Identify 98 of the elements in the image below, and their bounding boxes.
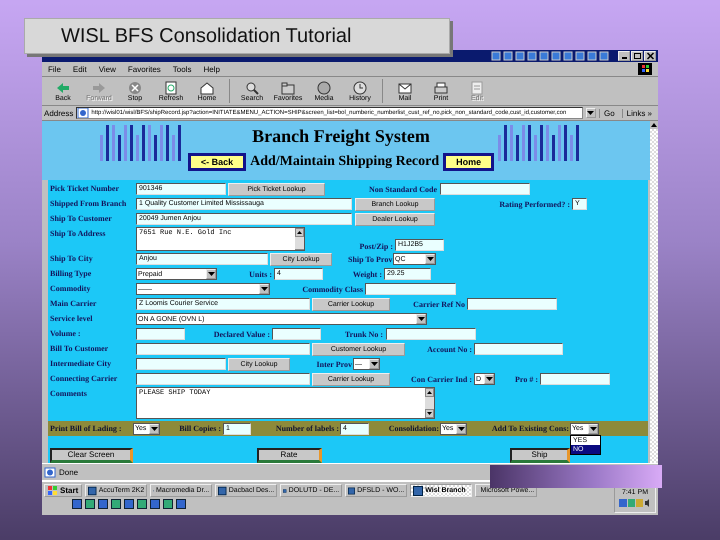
field-label: Pick Ticket Number — [49, 183, 120, 195]
text-field[interactable] — [386, 328, 476, 340]
text-field[interactable] — [467, 298, 557, 310]
caret-icon — [260, 287, 268, 291]
field-label: Pro # : — [514, 374, 538, 384]
field-label: Comments — [49, 388, 88, 400]
field-label: Con Carrier Ind : — [410, 374, 472, 384]
caret-icon — [370, 362, 378, 366]
scrollbar-drawing — [425, 388, 434, 418]
minimize-button[interactable] — [618, 51, 630, 61]
text-field[interactable] — [136, 343, 310, 355]
field-label: Trunk No : — [344, 330, 383, 338]
field-label: Carrier Ref No — [412, 300, 465, 308]
field-label: Number of labels : — [274, 424, 339, 433]
windows-logo-icon — [48, 486, 58, 496]
menu-item[interactable]: Tools — [172, 64, 192, 74]
back-button[interactable]: <- Back — [188, 153, 246, 171]
page-title: Branch Freight System — [252, 126, 430, 147]
stop-icon — [127, 80, 143, 94]
field-label: Main Carrier — [49, 298, 98, 310]
text-field[interactable] — [272, 328, 321, 340]
field-label: Ship To Customer — [49, 213, 113, 225]
page-icon — [77, 108, 90, 118]
form-button[interactable]: Clear Screen — [50, 448, 133, 463]
caret-icon — [486, 377, 492, 381]
field-label: Connecting Carrier — [49, 373, 118, 385]
menu-item[interactable]: View — [98, 64, 116, 74]
caret-icon — [458, 426, 464, 430]
field-label: Commodity Class — [301, 284, 363, 294]
caret-icon — [418, 317, 424, 321]
field-label: Post/Zip : — [358, 242, 393, 251]
field-label: Declared Value : — [212, 330, 270, 338]
links-button[interactable]: Links » — [622, 108, 656, 118]
scrollbar[interactable] — [650, 121, 658, 463]
field-label: Weight : — [352, 270, 382, 278]
field-label: Ship To Prov — [348, 254, 390, 264]
field-label: Ship To Address — [49, 228, 106, 240]
maximize-button[interactable] — [631, 51, 643, 61]
clock-icon — [352, 80, 368, 94]
page-icon — [469, 80, 485, 94]
text-field[interactable] — [136, 328, 185, 340]
field-label: Inter Prov — [316, 360, 352, 368]
arrow-right-icon — [91, 80, 107, 94]
caret-icon — [587, 111, 594, 115]
caret-icon — [208, 272, 214, 276]
field-label: Add To Existing Cons: — [490, 424, 569, 433]
caret-icon — [150, 426, 158, 430]
address-label: Address — [44, 108, 74, 118]
text-field[interactable] — [540, 373, 610, 385]
field-label: Ship To City — [49, 253, 94, 265]
field-label: Print Bill of Lading : — [50, 424, 123, 433]
field-label: Consolidation: — [388, 424, 439, 433]
envelope-icon — [397, 80, 413, 94]
field-label: Service level — [49, 313, 94, 325]
field-label: Billing Type — [49, 268, 92, 280]
close-button[interactable] — [644, 51, 656, 61]
caret-icon — [426, 257, 434, 261]
windows-logo-icon — [638, 63, 652, 75]
arrow-left-icon — [55, 80, 71, 94]
caret-icon — [590, 426, 596, 430]
field-label: Bill To Customer — [49, 343, 110, 355]
text-field[interactable] — [440, 183, 530, 195]
field-label: Units : — [248, 270, 272, 278]
printer-icon — [433, 80, 449, 94]
field-label: Non Standard Code — [368, 184, 437, 194]
field-label: Commodity — [49, 283, 92, 295]
start-button[interactable]: Start — [44, 484, 82, 497]
field-label: Bill Copies : — [178, 424, 221, 433]
slide-title: WISL BFS Consolidation Tutorial — [24, 18, 450, 54]
text-field[interactable] — [136, 358, 226, 370]
house-icon — [199, 80, 215, 94]
form-button[interactable]: Ship — [510, 448, 570, 463]
menu-item[interactable]: Help — [203, 64, 220, 74]
folder-icon — [280, 80, 296, 94]
text-field[interactable] — [136, 373, 310, 385]
close-icon — [646, 52, 654, 60]
home-button[interactable]: Home — [443, 153, 494, 171]
menu-item[interactable]: File — [48, 64, 61, 74]
field-label: Rating Performed? : — [498, 200, 570, 208]
scrollbar-drawing — [295, 228, 304, 250]
field-label: Account No : — [426, 344, 472, 354]
field-label: Volume : — [49, 328, 82, 340]
text-field[interactable] — [474, 343, 563, 355]
go-button[interactable]: Go — [598, 108, 619, 118]
text-field[interactable] — [365, 283, 456, 295]
page-icon — [44, 466, 56, 478]
field-label: Intermediate City — [49, 358, 112, 370]
document-icon — [163, 80, 179, 94]
tray-icons-drawing — [619, 498, 651, 508]
form-button[interactable]: Rate — [257, 448, 322, 463]
menu-item[interactable]: Edit — [72, 64, 87, 74]
field-label: Shipped From Branch — [49, 198, 128, 210]
menu-item[interactable]: Favorites — [128, 64, 161, 74]
minimize-icon — [622, 57, 626, 59]
status-text: Done — [59, 468, 78, 476]
maximize-icon — [632, 52, 642, 60]
search-icon — [244, 80, 260, 94]
page-subtitle: Add/Maintain Shipping Record — [250, 154, 440, 170]
